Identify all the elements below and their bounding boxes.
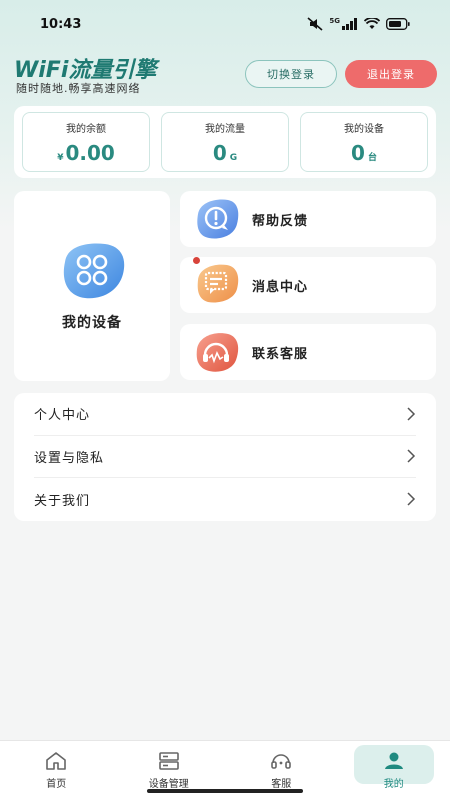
stat-devices-value: 0 <box>351 140 365 165</box>
mute-icon <box>307 17 323 31</box>
switch-login-button[interactable]: 切换登录 <box>245 60 337 88</box>
headset-icon <box>196 333 239 372</box>
device-manage-icon <box>158 752 179 770</box>
headset-icon <box>271 754 292 769</box>
tab-service-label: 客服 <box>271 779 292 790</box>
list-item-settings-privacy[interactable]: 设置与隐私 <box>34 436 416 479</box>
list-item-label: 关于我们 <box>34 493 91 509</box>
stat-traffic[interactable]: 我的流量 0 G <box>161 112 289 172</box>
stat-devices-value-row: 0 台 <box>351 141 377 165</box>
brand-subtitle: 随时随地.畅享高速网络 <box>16 82 141 95</box>
chevron-right-icon <box>407 407 416 421</box>
tab-mine[interactable]: 我的 <box>338 741 450 800</box>
list-item-label: 个人中心 <box>34 408 91 424</box>
apps-grid-icon <box>63 243 125 299</box>
stats-card: 我的余额 ¥ 0.00 我的流量 0 G 我的设备 0 台 <box>14 106 436 178</box>
header: WiFi流量引擎 随时随地.畅享高速网络 切换登录 退出登录 <box>0 52 450 102</box>
message-center-item[interactable]: 消息中心 <box>180 257 436 313</box>
chevron-right-icon <box>407 449 416 463</box>
message-icon <box>197 264 239 303</box>
stat-balance-label: 我的余额 <box>66 123 106 135</box>
settings-list: 个人中心 设置与隐私 关于我们 <box>14 393 436 521</box>
battery-icon <box>386 18 410 30</box>
status-time: 10:43 <box>40 16 82 32</box>
my-device-card[interactable]: 我的设备 <box>14 191 170 381</box>
stat-traffic-unit: G <box>229 152 238 163</box>
list-item-personal-center[interactable]: 个人中心 <box>34 393 416 436</box>
contact-service-label: 联系客服 <box>252 346 309 362</box>
tab-home-label: 首页 <box>46 779 67 790</box>
signal-icon <box>342 18 357 30</box>
help-feedback-label: 帮助反馈 <box>252 213 309 229</box>
status-icons: 5G <box>307 17 410 31</box>
help-feedback-icon <box>197 199 239 239</box>
logout-button[interactable]: 退出登录 <box>345 60 437 88</box>
stat-balance[interactable]: 我的余额 ¥ 0.00 <box>22 112 150 172</box>
network-type: 5G <box>329 17 340 25</box>
home-icon <box>46 752 67 770</box>
user-icon <box>384 752 403 769</box>
tab-device-manage-label: 设备管理 <box>148 779 189 790</box>
chevron-right-icon <box>407 492 416 507</box>
stat-traffic-label: 我的流量 <box>205 123 245 135</box>
list-item-about-us[interactable]: 关于我们 <box>34 478 416 521</box>
message-icon-wrap <box>193 257 240 308</box>
currency-symbol: ¥ <box>57 152 64 163</box>
tab-home[interactable]: 首页 <box>0 741 113 800</box>
stat-traffic-value-row: 0 G <box>213 141 237 165</box>
status-bar: 10:43 5G <box>0 0 450 48</box>
help-feedback-item[interactable]: 帮助反馈 <box>180 191 436 247</box>
tab-mine-label: 我的 <box>383 779 404 790</box>
message-center-label: 消息中心 <box>252 279 309 295</box>
stat-balance-value: 0.00 <box>65 140 115 165</box>
unread-dot <box>193 257 200 264</box>
stat-balance-value-row: ¥ 0.00 <box>57 141 115 165</box>
stat-devices[interactable]: 我的设备 0 台 <box>300 112 428 172</box>
stat-traffic-value: 0 <box>212 140 227 165</box>
contact-service-item[interactable]: 联系客服 <box>180 324 436 380</box>
wifi-icon <box>364 18 380 29</box>
list-item-label: 设置与隐私 <box>34 450 105 466</box>
my-device-label: 我的设备 <box>62 315 122 331</box>
stat-devices-unit: 台 <box>367 152 377 163</box>
stat-devices-label: 我的设备 <box>344 123 384 135</box>
